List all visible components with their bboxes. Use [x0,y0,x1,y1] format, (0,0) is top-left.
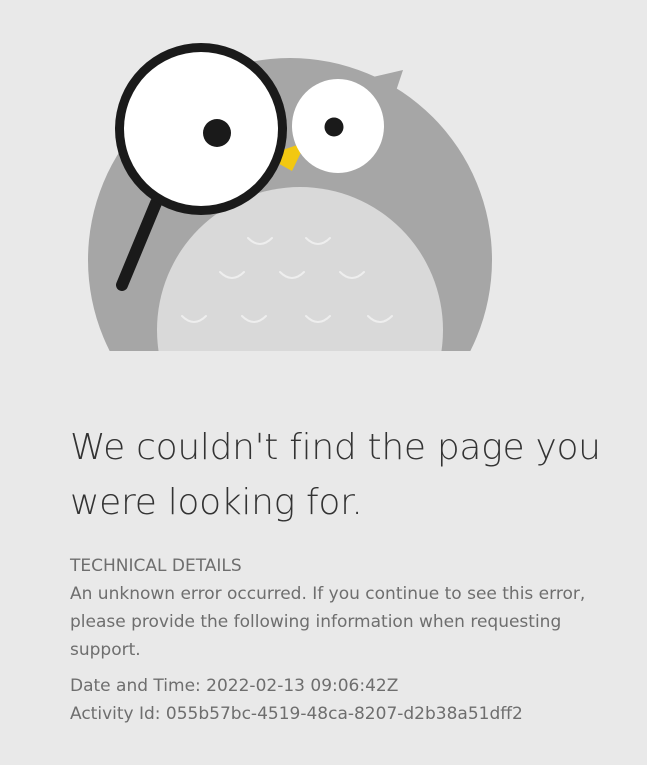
page-title: We couldn't find the page you were looki… [70,427,601,523]
technical-details: TECHNICAL DETAILS An unknown error occur… [70,552,610,664]
date-time-row: Date and Time: 2022-02-13 09:06:42Z [70,672,610,700]
owl-left-eye [124,52,278,206]
technical-details-title: TECHNICAL DETAILS [70,556,242,576]
owl-left-pupil [203,119,231,147]
activity-id-value: 055b57bc-4519-48ca-8207-d2b38a51dff2 [165,704,523,724]
error-message: An unknown error occurred. If you contin… [70,584,586,660]
error-metadata: Date and Time: 2022-02-13 09:06:42Z Acti… [70,672,610,728]
date-time-label: Date and Time: [70,676,201,696]
activity-id-row: Activity Id: 055b57bc-4519-48ca-8207-d2b… [70,700,610,728]
owl-illustration [70,20,510,352]
error-content: We couldn't find the page you were looki… [70,420,610,728]
date-time-value: 2022-02-13 09:06:42Z [206,676,399,696]
activity-id-label: Activity Id: [70,704,161,724]
owl-right-pupil [324,117,344,137]
owl-with-magnifying-glass-icon [88,43,492,351]
